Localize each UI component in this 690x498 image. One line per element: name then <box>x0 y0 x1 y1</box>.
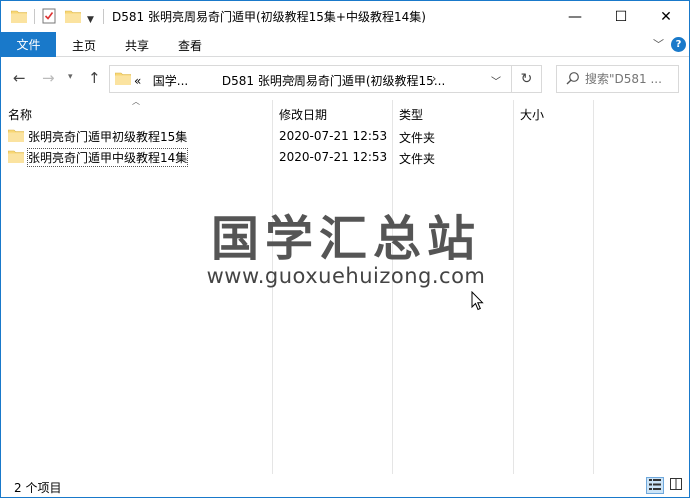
close-icon: ✕ <box>660 8 672 25</box>
mouse-cursor-icon <box>471 290 484 314</box>
column-header-label: 名称 <box>8 108 33 122</box>
column-header-size[interactable]: 大小 <box>514 100 594 125</box>
column-header-label: 类型 <box>399 108 424 122</box>
recent-locations-chevron-icon[interactable]: ▾ <box>68 72 73 82</box>
file-name: 张明亮奇门遁甲初级教程15集 <box>28 130 188 144</box>
file-name-cell[interactable]: 张明亮奇门遁甲初级教程15集 <box>7 126 188 147</box>
refresh-icon: ↻ <box>520 71 533 87</box>
arrow-right-icon[interactable]: → <box>42 69 55 87</box>
quick-access-divider <box>34 9 35 24</box>
title-bar: ▼ D581 张明亮周易奇门遁甲(初级教程15集+中级教程14集) — ☐ ✕ <box>1 1 689 32</box>
file-date: 2020-07-21 12:53 <box>279 150 388 164</box>
file-name: 张明亮奇门遁甲中级教程14集 <box>26 148 189 167</box>
search-input[interactable] <box>585 67 677 91</box>
chevron-right-icon[interactable]: › <box>291 72 295 85</box>
folder-icon[interactable] <box>11 7 27 25</box>
expand-ribbon-chevron-icon[interactable]: ﹀ <box>653 36 664 52</box>
tab-home[interactable]: 主页 <box>72 37 96 54</box>
large-icons-view-button[interactable] <box>667 477 685 494</box>
arrow-left-icon[interactable]: ← <box>13 69 26 87</box>
new-folder-icon[interactable] <box>65 7 81 25</box>
refresh-button[interactable]: ↻ <box>512 65 542 93</box>
maximize-icon: ☐ <box>614 8 628 25</box>
status-bar: 2 个项目 <box>1 474 689 497</box>
arrow-up-icon[interactable]: ↑ <box>88 69 101 87</box>
title-divider <box>103 9 104 24</box>
navigation-bar: ← → ▾ ↑ « 国学... D581 张明亮周易奇门遁甲(初级教程15...… <box>1 58 689 100</box>
chevron-right-icon[interactable]: › <box>432 72 436 85</box>
file-type: 文件夹 <box>399 152 436 166</box>
file-date: 2020-07-21 12:53 <box>279 129 388 143</box>
ribbon-tabs: 文件 主页 共享 查看 ﹀ ? <box>1 32 689 57</box>
tab-view[interactable]: 查看 <box>178 37 202 54</box>
address-bar[interactable]: « 国学... D581 张明亮周易奇门遁甲(初级教程15... › › ﹀ <box>109 65 512 93</box>
details-view-icon <box>649 478 661 493</box>
file-name-cell[interactable]: 张明亮奇门遁甲中级教程14集 <box>7 147 189 168</box>
file-row[interactable]: 张明亮奇门遁甲中级教程14集 2020-07-21 12:53 文件夹 <box>7 147 513 168</box>
details-view-button[interactable] <box>646 477 664 494</box>
file-type: 文件夹 <box>399 131 436 145</box>
minimize-icon: — <box>568 8 582 25</box>
explorer-window: ▼ D581 张明亮周易奇门遁甲(初级教程15集+中级教程14集) — ☐ ✕ … <box>0 0 690 498</box>
help-icon[interactable]: ? <box>671 37 686 52</box>
search-box[interactable] <box>556 65 679 93</box>
tab-share[interactable]: 共享 <box>125 37 149 54</box>
column-header-name[interactable]: 名称 <box>1 100 272 125</box>
file-row[interactable]: 张明亮奇门遁甲初级教程15集 2020-07-21 12:53 文件夹 <box>7 126 513 147</box>
watermark-title: 国学汇总站 <box>210 211 481 267</box>
close-button[interactable]: ✕ <box>643 1 689 32</box>
folder-icon <box>114 71 132 88</box>
address-prefix[interactable]: « <box>134 74 141 88</box>
customize-toolbar-chevron-icon[interactable]: ▼ <box>87 11 94 29</box>
maximize-button[interactable]: ☐ <box>598 1 644 32</box>
column-header-type[interactable]: 类型 <box>393 100 513 125</box>
column-header-label: 大小 <box>520 108 545 122</box>
column-header-label: 修改日期 <box>279 108 328 122</box>
large-icons-view-icon <box>670 478 682 493</box>
breadcrumb-item[interactable]: 国学... <box>153 74 188 88</box>
folder-icon <box>7 128 25 145</box>
breadcrumb-item[interactable]: D581 张明亮周易奇门遁甲(初级教程15... <box>222 74 445 88</box>
tab-file[interactable]: 文件 <box>1 32 56 57</box>
watermark-url: www.guoxuehuizong.com <box>206 264 486 288</box>
properties-check-icon[interactable] <box>42 7 56 25</box>
address-path: « 国学... D581 张明亮周易奇门遁甲(初级教程15... <box>134 72 445 89</box>
search-icon <box>566 71 580 88</box>
address-dropdown-chevron-icon[interactable]: ﹀ <box>491 73 501 88</box>
folder-icon <box>7 149 25 166</box>
item-count: 2 个项目 <box>14 481 62 495</box>
column-header-date[interactable]: 修改日期 <box>273 100 392 125</box>
window-title: D581 张明亮周易奇门遁甲(初级教程15集+中级教程14集) <box>112 10 426 24</box>
minimize-button[interactable]: — <box>552 1 598 32</box>
